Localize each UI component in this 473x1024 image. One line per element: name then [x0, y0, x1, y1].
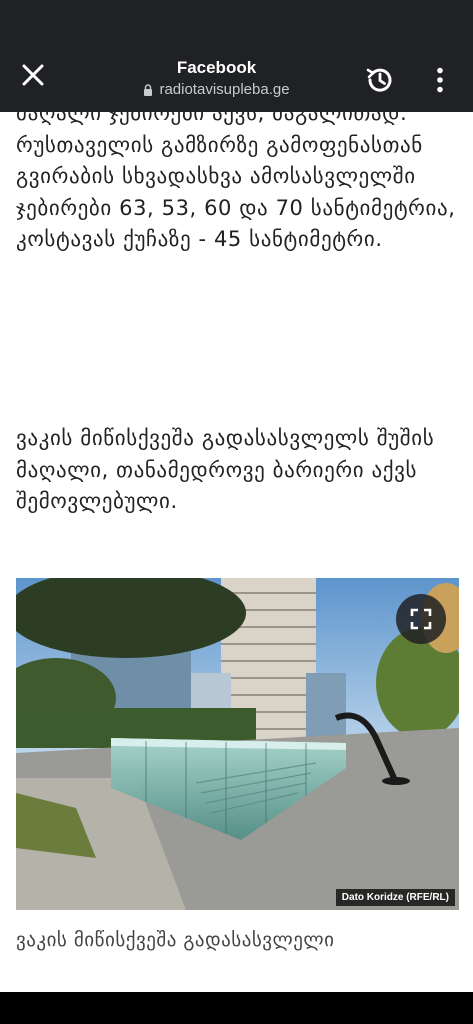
page-url[interactable]: radiotavisupleba.ge [80, 80, 353, 100]
system-navigation-bar [0, 992, 473, 1024]
article-paragraph: ვაკის მიწისქვეშა გადასასვლელს შუშის მაღა… [16, 426, 435, 513]
more-vert-icon [437, 67, 443, 93]
browser-app-bar: Facebook radiotavisupleba.ge [0, 40, 473, 112]
history-icon [366, 68, 392, 92]
photo-credit: Dato Koridze (RFE/RL) [335, 889, 455, 906]
photo-underpass-glass-barrier [16, 578, 459, 910]
article-content[interactable]: მაღალი ჯებირები აქვს, მაგალითად: რუსთავე… [0, 112, 473, 992]
lock-icon [144, 84, 153, 96]
close-icon [22, 64, 44, 86]
status-bar [0, 0, 473, 40]
app-title: Facebook [176, 58, 257, 77]
article-photo[interactable]: Dato Koridze (RFE/RL) [16, 578, 459, 910]
more-options-button[interactable] [426, 60, 454, 100]
fullscreen-icon [410, 608, 432, 630]
title-block: Facebook radiotavisupleba.ge [80, 58, 353, 100]
url-text: radiotavisupleba.ge [159, 81, 290, 98]
fullscreen-button[interactable] [396, 594, 446, 644]
photo-caption: ვაკის მიწისქვეშა გადასასვლელი [16, 929, 335, 951]
close-button[interactable] [14, 56, 52, 94]
history-button[interactable] [360, 60, 400, 100]
article-paragraph: მაღალი ჯებირები აქვს, მაგალითად: რუსთავე… [16, 112, 456, 251]
